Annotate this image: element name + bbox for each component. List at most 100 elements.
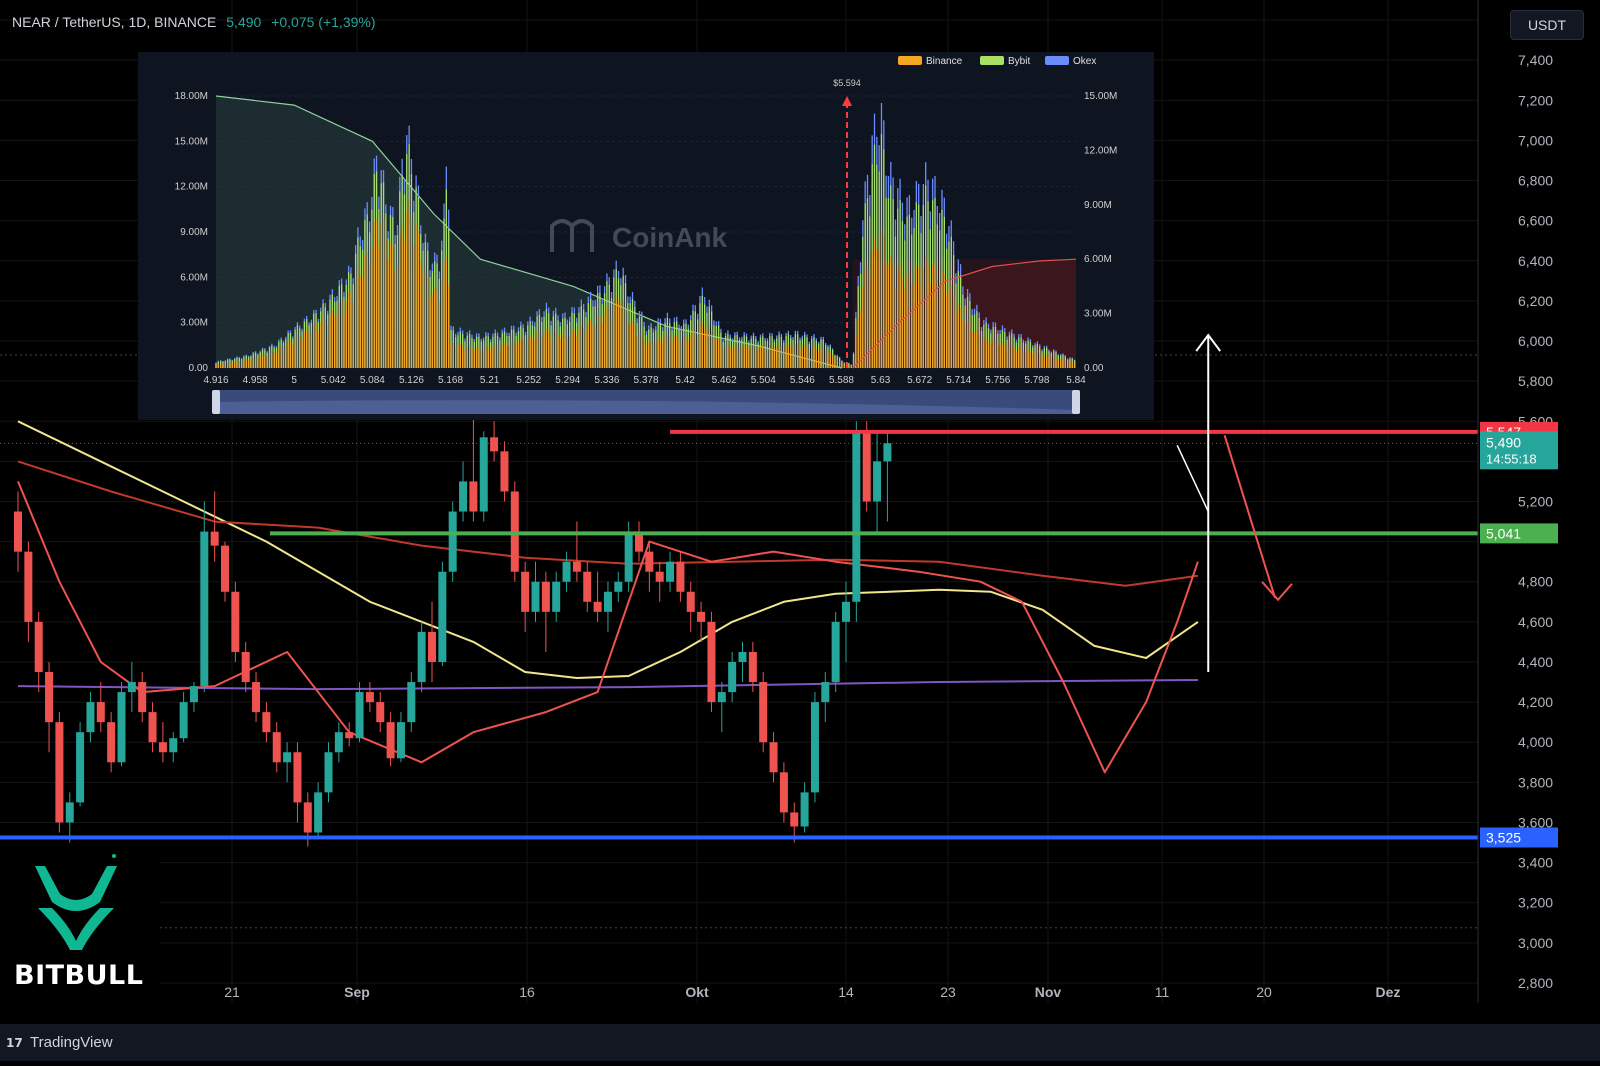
candle-body xyxy=(345,732,354,739)
time-tick-label: 16 xyxy=(519,984,535,1000)
inset-x-tick-label: 5.546 xyxy=(790,375,815,386)
inset-x-tick-label: 5.126 xyxy=(399,375,424,386)
candle xyxy=(831,611,840,693)
currency-button[interactable]: USDT xyxy=(1510,10,1584,40)
candle-body xyxy=(697,611,706,622)
price-tick-label: 7,200 xyxy=(1518,92,1553,108)
legend-swatch xyxy=(898,56,922,65)
time-tick-label: 21 xyxy=(224,984,240,1000)
candle-body xyxy=(293,752,302,803)
candle xyxy=(448,501,457,582)
legend-label: Okex xyxy=(1073,56,1096,67)
candle-body xyxy=(438,571,447,662)
inset-right-tick-label: 15.00M xyxy=(1084,91,1117,102)
price-chart-svg[interactable]: 7,6007,4007,2007,0006,8006,6006,4006,200… xyxy=(0,0,1600,1061)
candle-body xyxy=(448,511,457,572)
time-tick-label: 23 xyxy=(940,984,956,1000)
candle xyxy=(417,621,426,693)
inset-left-tick-label: 18.00M xyxy=(175,91,208,102)
legend-swatch xyxy=(1045,56,1069,65)
price-tick-label: 6,600 xyxy=(1518,213,1553,229)
candle-body xyxy=(314,792,323,833)
legend-swatch xyxy=(980,56,1004,65)
price-tick-label: 4,400 xyxy=(1518,654,1553,670)
price-tick-label: 5,800 xyxy=(1518,373,1553,389)
inset-left-tick-label: 3.00M xyxy=(180,318,208,329)
candle-body xyxy=(459,481,468,512)
candle-body xyxy=(34,621,43,673)
inset-x-tick-label: 5.378 xyxy=(633,375,658,386)
candle-body xyxy=(572,561,581,572)
candle xyxy=(852,421,861,622)
inset-x-tick-label: 5.588 xyxy=(829,375,854,386)
inset-x-tick-label: 4.958 xyxy=(243,375,268,386)
inset-x-tick-label: 5.42 xyxy=(675,375,695,386)
price-tick-label: 4,000 xyxy=(1518,734,1553,750)
inset-x-tick-label: 5.798 xyxy=(1024,375,1049,386)
inset-x-tick-label: 5.21 xyxy=(480,375,500,386)
candle-body xyxy=(365,692,374,703)
candle-body xyxy=(541,581,550,612)
trading-chart[interactable]: 7,6007,4007,2007,0006,8006,6006,4006,200… xyxy=(0,0,1600,1061)
candle xyxy=(231,581,240,662)
candle-body xyxy=(562,561,571,582)
candle-body xyxy=(583,571,592,602)
candle-body xyxy=(179,702,188,739)
inset-x-tick-label: 5.63 xyxy=(871,375,891,386)
candle-body xyxy=(324,752,333,793)
time-tick-label: Nov xyxy=(1035,984,1062,1000)
candle-body xyxy=(603,591,612,612)
candle-body xyxy=(76,732,85,803)
candle-body xyxy=(55,722,64,823)
inset-x-tick-label: 5.168 xyxy=(438,375,463,386)
candle-body xyxy=(500,451,509,492)
time-tick-label: 14 xyxy=(838,984,854,1000)
inset-x-tick-label: 5.252 xyxy=(516,375,541,386)
price-axis: 7,6007,4007,2007,0006,8006,6006,4006,200… xyxy=(1477,0,1600,1024)
inset-x-tick-label: 5.462 xyxy=(712,375,737,386)
candle-body xyxy=(810,702,819,793)
tradingview-logo-icon: 17 xyxy=(6,1036,23,1050)
candle-body xyxy=(852,431,861,602)
price-tick-label: 5,200 xyxy=(1518,494,1553,510)
inset-left-tick-label: 12.00M xyxy=(175,182,208,193)
candle-body xyxy=(655,571,664,582)
price-tick-label: 3,800 xyxy=(1518,774,1553,790)
candle-body xyxy=(107,722,116,763)
candle xyxy=(438,561,447,666)
candle-body xyxy=(748,651,757,683)
candle-body xyxy=(469,481,478,512)
candle-body xyxy=(148,712,157,743)
candle-body xyxy=(231,591,240,652)
candle xyxy=(707,611,716,713)
candle-body xyxy=(728,661,737,693)
candle-body xyxy=(334,732,343,753)
candle-body xyxy=(624,531,633,582)
candle-body xyxy=(45,672,54,723)
candle-body xyxy=(272,732,281,763)
candle-body xyxy=(686,591,695,612)
symbol-header: NEAR / TetherUS, 1D, BINANCE 5,490 +0,07… xyxy=(12,14,376,30)
candle-body xyxy=(127,682,136,693)
inset-left-tick-label: 15.00M xyxy=(175,136,208,147)
candle-body xyxy=(800,792,809,827)
range-slider-handle-right xyxy=(1072,390,1080,414)
candle-body xyxy=(552,581,561,612)
candle-body xyxy=(252,682,261,713)
price-tick-label: 4,800 xyxy=(1518,574,1553,590)
candle-body xyxy=(614,581,623,592)
price-tick-label: 4,600 xyxy=(1518,614,1553,630)
tradingview-footer xyxy=(0,1024,1600,1061)
candle-body xyxy=(262,712,271,733)
candle-body xyxy=(769,742,778,773)
candle-body xyxy=(779,772,788,813)
coinank-watermark: CoinAnk xyxy=(612,222,728,253)
inset-x-tick-label: 5.084 xyxy=(360,375,385,386)
inset-x-tick-label: 5 xyxy=(291,375,297,386)
tradingview-brand[interactable]: TradingView xyxy=(30,1034,113,1051)
candle-body xyxy=(200,531,209,687)
candle-body xyxy=(65,802,74,823)
price-tick-label: 6,400 xyxy=(1518,253,1553,269)
candle-body xyxy=(490,437,499,452)
candle-body xyxy=(355,692,364,739)
